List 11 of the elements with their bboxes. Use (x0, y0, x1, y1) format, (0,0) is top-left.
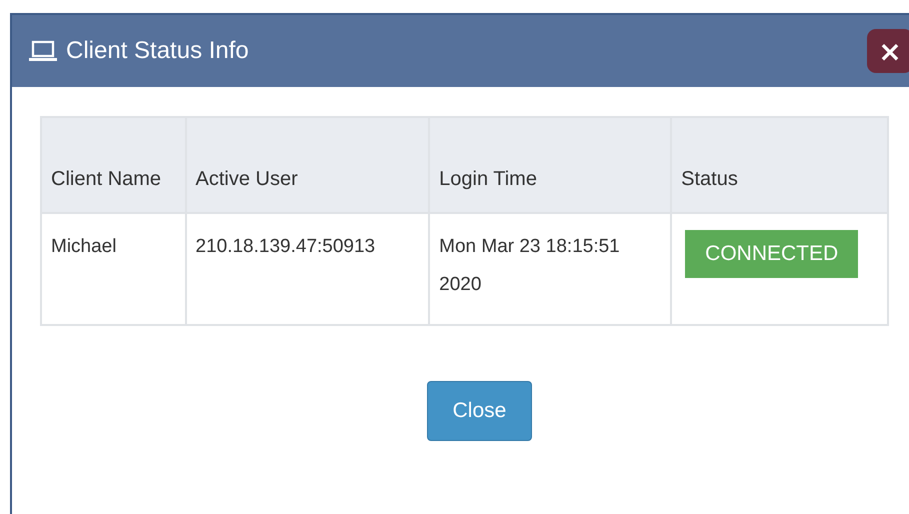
table-cell: Michael (41, 213, 186, 325)
dialog-title: Client Status Info (66, 37, 250, 65)
close-icon[interactable]: × (867, 29, 909, 73)
column-header: Client Name (41, 117, 186, 213)
column-header: Login Time (429, 117, 672, 213)
status-badge: CONNECTED (685, 230, 858, 278)
column-header: Active User (186, 117, 430, 213)
table-cell: Mon Mar 23 18:15:51 2020 (429, 213, 672, 325)
column-header: Status (671, 117, 888, 213)
table-cell: 210.18.139.47:50913 (186, 213, 430, 325)
laptop-icon (28, 39, 58, 63)
